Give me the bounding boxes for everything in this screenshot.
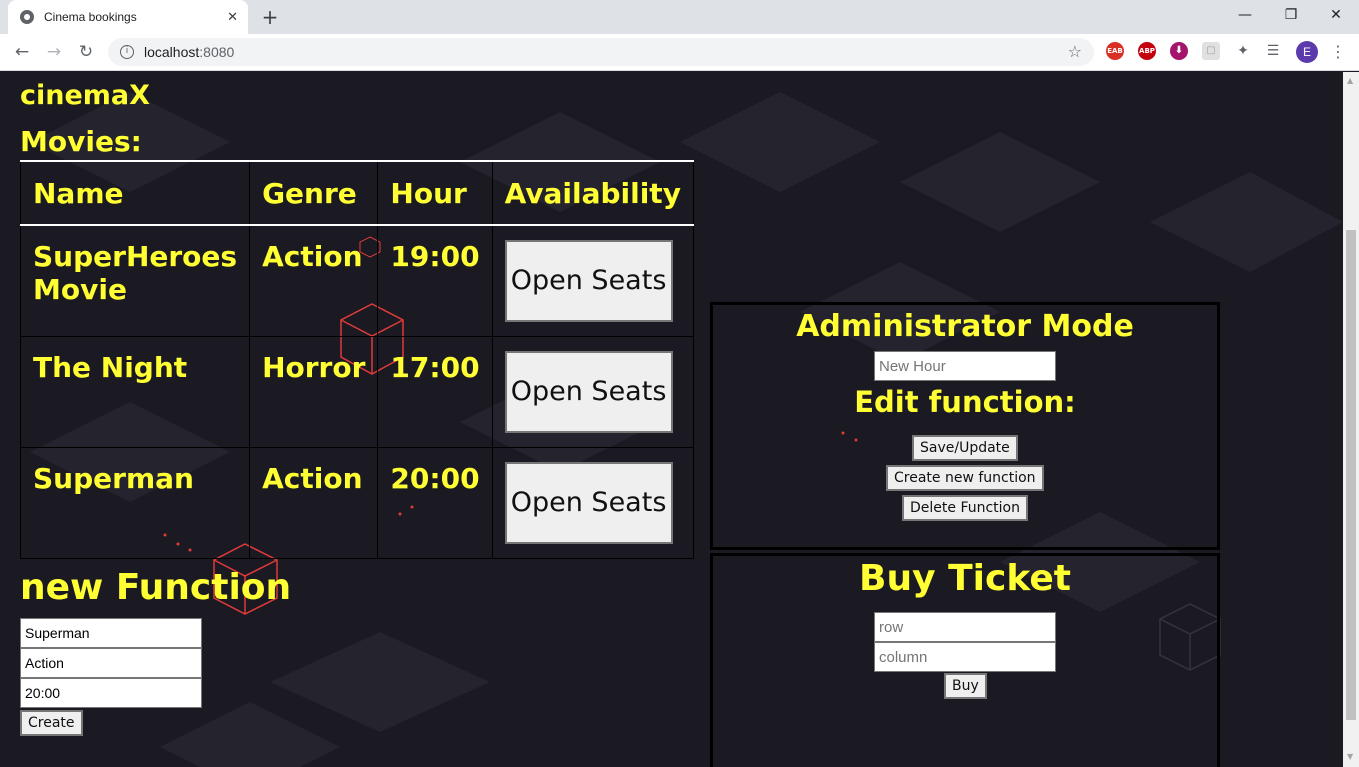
header-genre: Genre <box>249 160 379 226</box>
movies-heading: Movies: <box>20 125 142 158</box>
browser-toolbar: ← → ↻ i localhost:8080 ☆ EAB ABP ⬇ ▢ ✦ ☰… <box>0 34 1359 71</box>
save-update-button[interactable]: Save/Update <box>912 435 1018 461</box>
scrollbar-thumb[interactable] <box>1346 230 1356 720</box>
table-row: SuperHeroes Movie Action 19:00 Open Seat… <box>19 224 694 337</box>
movie-name: SuperHeroes Movie <box>19 224 251 337</box>
header-availability: Availability <box>491 160 694 226</box>
new-function-name-input[interactable] <box>20 618 202 648</box>
url-port: :8080 <box>199 44 235 60</box>
column-input[interactable] <box>874 642 1056 672</box>
site-info-icon[interactable]: i <box>120 45 134 59</box>
new-tab-button[interactable]: + <box>258 6 282 28</box>
availability-cell: Open Seats <box>491 224 694 337</box>
brand-title: cinemaX <box>20 80 150 111</box>
movie-genre: Action <box>249 224 379 337</box>
movie-hour: 20:00 <box>377 447 493 559</box>
create-new-function-button[interactable]: Create new function <box>886 465 1044 491</box>
browser-tabbar: Cinema bookings ✕ + — ❐ ✕ <box>0 0 1359 34</box>
create-button[interactable]: Create <box>20 710 83 736</box>
new-function-heading: new Function <box>20 567 292 608</box>
availability-cell: Open Seats <box>491 447 694 559</box>
forward-button[interactable]: → <box>42 40 66 64</box>
movies-table: Name Genre Hour Availability SuperHeroes… <box>19 160 694 559</box>
buy-button[interactable]: Buy <box>944 673 987 699</box>
table-row: The Night Horror 17:00 Open Seats <box>19 336 694 448</box>
download-extension-icon[interactable]: ⬇ <box>1170 42 1188 60</box>
tab-title: Cinema bookings <box>44 10 137 24</box>
delete-function-button[interactable]: Delete Function <box>902 495 1028 521</box>
admin-title: Administrator Mode <box>796 309 1134 344</box>
new-function-hour-input[interactable] <box>20 678 202 708</box>
new-function-genre-input[interactable] <box>20 648 202 678</box>
minimize-button[interactable]: — <box>1222 0 1268 30</box>
page-content: cinemaX Movies: Name Genre Hour Availabi… <box>0 72 1343 767</box>
menu-kebab-icon[interactable]: ⋮ <box>1326 40 1350 64</box>
profile-avatar[interactable]: E <box>1296 41 1318 63</box>
globe-icon <box>20 10 34 24</box>
new-hour-input[interactable] <box>874 351 1056 381</box>
back-button[interactable]: ← <box>10 40 34 64</box>
address-bar[interactable]: i localhost:8080 ☆ <box>108 38 1094 66</box>
table-header-row: Name Genre Hour Availability <box>19 160 694 226</box>
movie-hour: 17:00 <box>377 336 493 448</box>
open-seats-button[interactable]: Open Seats <box>504 351 673 433</box>
reload-button[interactable]: ↻ <box>74 40 98 64</box>
movie-name: The Night <box>19 336 251 448</box>
page-scrollbar[interactable]: ▲ ▼ <box>1343 72 1359 767</box>
open-seats-button[interactable]: Open Seats <box>504 240 673 322</box>
scroll-up-icon[interactable]: ▲ <box>1347 76 1353 85</box>
url-host: localhost <box>144 44 200 60</box>
extensions-puzzle-icon[interactable]: ✦ <box>1234 42 1252 60</box>
open-seats-button[interactable]: Open Seats <box>504 462 673 544</box>
movie-name: Superman <box>19 447 251 559</box>
movie-genre: Action <box>249 447 379 559</box>
admin-panel: Administrator Mode Edit function: Save/U… <box>710 302 1220 550</box>
movie-hour: 19:00 <box>377 224 493 337</box>
eab-extension-icon[interactable]: EAB <box>1106 42 1124 60</box>
tab-close-icon[interactable]: ✕ <box>227 10 238 25</box>
maximize-button[interactable]: ❐ <box>1268 0 1314 30</box>
media-control-icon[interactable]: ☰ <box>1264 42 1282 60</box>
buy-ticket-title: Buy Ticket <box>859 558 1071 599</box>
availability-cell: Open Seats <box>491 336 694 448</box>
adblock-extension-icon[interactable]: ABP <box>1138 42 1156 60</box>
scroll-down-icon[interactable]: ▼ <box>1347 752 1353 761</box>
movie-genre: Horror <box>249 336 379 448</box>
table-row: Superman Action 20:00 Open Seats <box>19 447 694 559</box>
page-extension-icon[interactable]: ▢ <box>1202 42 1220 60</box>
header-name: Name <box>19 160 251 226</box>
browser-tab[interactable]: Cinema bookings ✕ <box>8 0 248 34</box>
header-hour: Hour <box>377 160 493 226</box>
edit-function-title: Edit function: <box>854 385 1076 419</box>
close-window-button[interactable]: ✕ <box>1313 0 1359 30</box>
buy-ticket-panel: Buy Ticket Buy <box>710 553 1220 767</box>
bookmark-star-icon[interactable]: ☆ <box>1068 42 1082 61</box>
row-input[interactable] <box>874 612 1056 642</box>
